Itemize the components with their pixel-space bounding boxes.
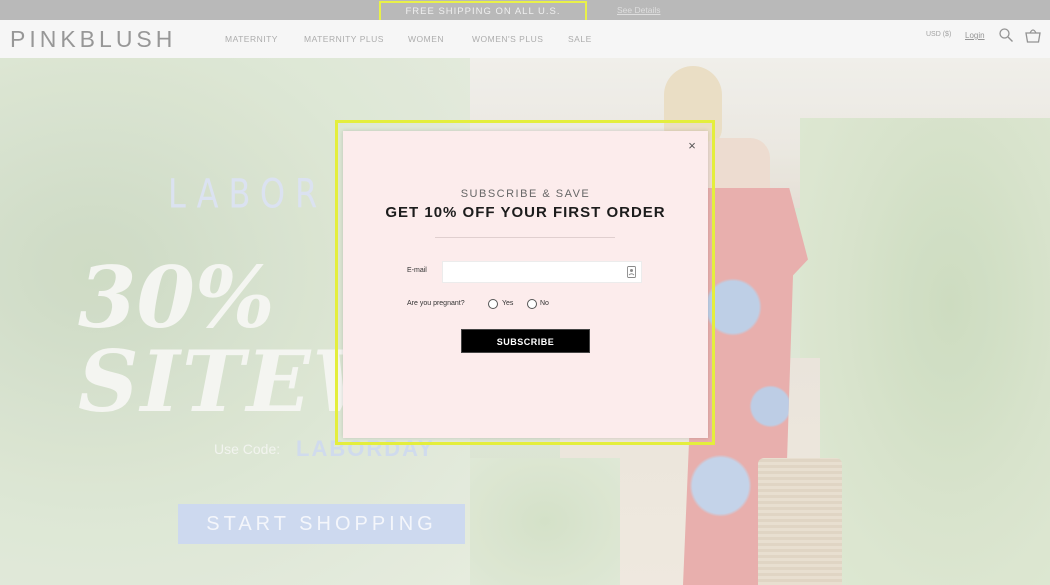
- pregnant-yes-radio[interactable]: [488, 299, 498, 309]
- email-field[interactable]: [442, 261, 642, 283]
- subscribe-modal: × SUBSCRIBE & SAVE GET 10% OFF YOUR FIRS…: [343, 131, 708, 438]
- nav-item-maternity-plus[interactable]: MATERNITY PLUS: [304, 34, 384, 44]
- promo-code-label: Use Code:: [214, 441, 281, 457]
- currency-selector[interactable]: USD ($): [926, 31, 951, 38]
- nav-item-women[interactable]: WOMEN: [408, 34, 444, 44]
- search-icon[interactable]: [998, 27, 1014, 43]
- pregnant-no-label[interactable]: No: [540, 300, 549, 307]
- start-shopping-button[interactable]: START SHOPPING: [178, 504, 465, 544]
- promo-bar: FREE SHIPPING ON ALL U.S. ORDERS See Det…: [0, 0, 1050, 34]
- see-details-link[interactable]: See Details: [617, 5, 660, 15]
- email-label: E-mail: [407, 267, 427, 274]
- model-straw-bag: [758, 458, 842, 585]
- shopping-bag-icon[interactable]: [1024, 27, 1042, 43]
- modal-divider: [435, 237, 615, 238]
- site-header: PINKBLUSH MATERNITY MATERNITY PLUS WOMEN…: [0, 20, 1050, 58]
- pregnant-question-label: Are you pregnant?: [407, 300, 465, 307]
- login-link[interactable]: Login: [965, 31, 985, 40]
- hero-discount: 30%: [78, 248, 275, 347]
- autofill-contact-icon[interactable]: [627, 266, 636, 278]
- hero-foliage-center: [470, 458, 620, 585]
- site-logo[interactable]: PINKBLUSH: [10, 26, 176, 53]
- close-icon[interactable]: ×: [685, 139, 699, 153]
- promo-text: FREE SHIPPING ON ALL U.S. ORDERS: [379, 1, 587, 34]
- nav-item-womens-plus[interactable]: WOMEN'S PLUS: [472, 34, 543, 44]
- nav-item-maternity[interactable]: MATERNITY: [225, 34, 278, 44]
- modal-title: GET 10% OFF YOUR FIRST ORDER: [385, 204, 666, 221]
- nav-item-sale[interactable]: SALE: [568, 34, 592, 44]
- pregnant-yes-label[interactable]: Yes: [502, 300, 513, 307]
- subscribe-button[interactable]: SUBSCRIBE: [461, 329, 590, 353]
- pregnant-no-radio[interactable]: [527, 299, 537, 309]
- modal-eyebrow: SUBSCRIBE & SAVE: [460, 188, 591, 200]
